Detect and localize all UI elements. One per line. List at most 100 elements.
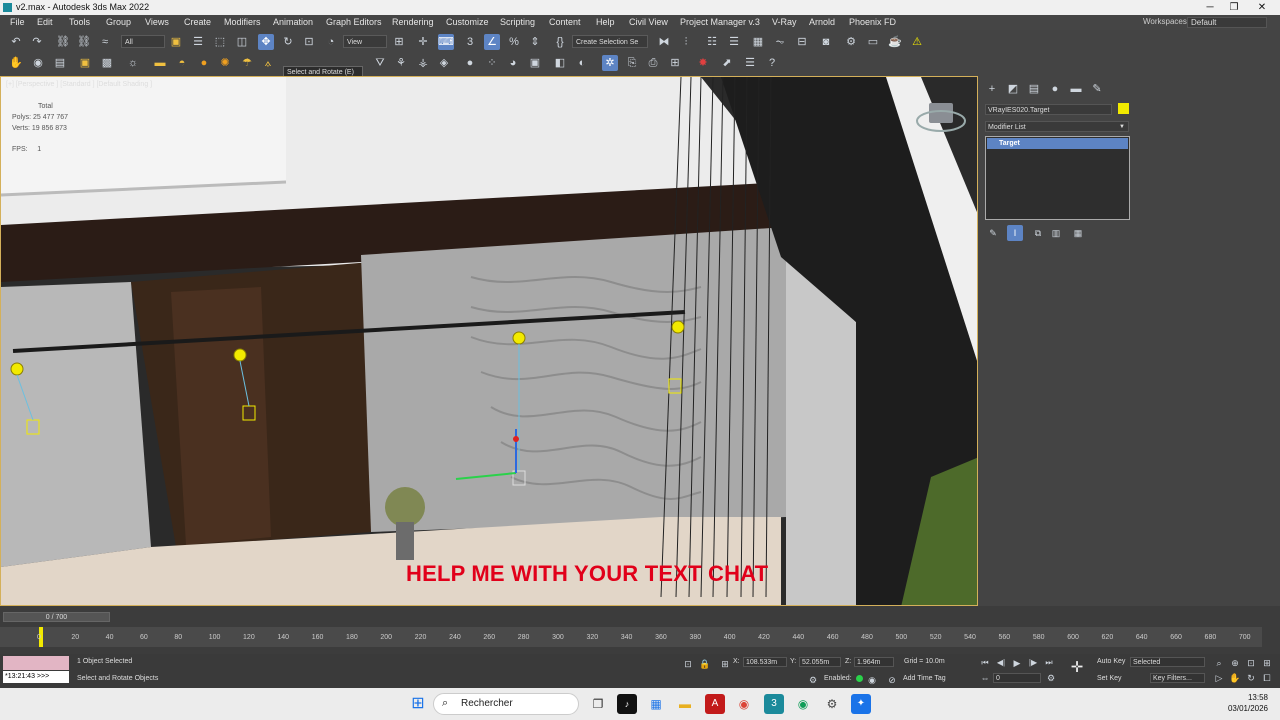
material-library-icon[interactable]: ▣ — [527, 55, 543, 71]
set-key-big-icon[interactable]: ✛ — [1069, 660, 1085, 676]
viewport-label-menu[interactable]: [+] [Perspective ] [Standard ] [Default … — [6, 81, 152, 88]
pin-stack-icon[interactable]: ✎ — [985, 225, 1001, 241]
fur-icon[interactable]: ⚘ — [393, 55, 409, 71]
vray-logo-icon[interactable]: ◉ — [30, 55, 46, 71]
maxscript-mini-listener[interactable]: *13:21:43 >>> — [3, 671, 69, 683]
go-to-start-icon[interactable]: ⏮ — [977, 655, 993, 671]
warning-icon[interactable]: ⚠ — [909, 34, 925, 50]
acrobat-icon[interactable]: A — [705, 694, 725, 714]
tiktok-icon[interactable]: ♪ — [617, 694, 637, 714]
workspaces-dropdown[interactable]: Default — [1187, 17, 1267, 28]
taskbar-search[interactable]: Rechercher — [433, 693, 579, 715]
window-crossing-icon[interactable]: ◫ — [234, 34, 250, 50]
select-and-place-icon[interactable]: ◔ — [323, 34, 339, 50]
select-and-rotate-icon[interactable]: ↻ — [280, 34, 296, 50]
menu-content[interactable]: Content — [549, 17, 581, 27]
help-icon[interactable]: ? — [764, 55, 780, 71]
object-color-swatch[interactable] — [1118, 103, 1129, 114]
chaos-cosmos-icon[interactable]: ◐ — [574, 55, 590, 71]
mirror-icon[interactable]: ⧓ — [656, 34, 672, 50]
undo-icon[interactable]: ↶ — [8, 34, 24, 50]
zoom-extents-icon[interactable]: ⊡ — [1243, 655, 1259, 671]
keyboard-shortcut-override-icon[interactable]: ⌨ — [438, 34, 454, 50]
menu-project-manager[interactable]: Project Manager v.3 — [680, 17, 760, 27]
save-icon[interactable]: ⊞ — [667, 55, 683, 71]
select-manipulate-icon[interactable]: ✛ — [415, 34, 431, 50]
document-icon[interactable]: ⎘ — [624, 55, 640, 71]
maxscript-listener[interactable] — [3, 656, 69, 670]
time-config-icon[interactable]: ⚙ — [1043, 670, 1059, 686]
utilities-tab-icon[interactable]: ✎ — [1089, 81, 1105, 97]
chrome-profile-icon[interactable]: ◉ — [793, 694, 813, 714]
render-setup-icon[interactable]: ⚙ — [843, 34, 859, 50]
object-name-field[interactable]: VRayIES020.Target — [985, 104, 1112, 115]
hand-icon[interactable]: ✋ — [8, 55, 24, 71]
next-frame-icon[interactable]: |▶ — [1025, 655, 1041, 671]
layer-explorer-icon[interactable]: ☰ — [726, 34, 742, 50]
set-key-button[interactable]: Set Key — [1097, 675, 1122, 682]
render-production-icon[interactable]: ☕ — [887, 34, 903, 50]
frame-buffer-icon[interactable]: ▤ — [52, 55, 68, 71]
menu-rendering[interactable]: Rendering — [392, 17, 434, 27]
menu-edit[interactable]: Edit — [37, 17, 53, 27]
play-icon[interactable]: ▶ — [1009, 655, 1025, 671]
adaptive-degradation-icon[interactable]: ⚙ — [805, 672, 821, 688]
menu-civil-view[interactable]: Civil View — [629, 17, 668, 27]
go-to-end-icon[interactable]: ⏭ — [1041, 655, 1057, 671]
menu-vray[interactable]: V-Ray — [772, 17, 797, 27]
key-mode-dropdown[interactable]: Selected — [1130, 657, 1205, 667]
key-mode-icon[interactable]: ⇔ — [977, 670, 993, 686]
hierarchy-tab-icon[interactable]: ▤ — [1026, 81, 1042, 97]
list-icon[interactable]: ☰ — [742, 55, 758, 71]
enabled-indicator[interactable] — [856, 675, 863, 682]
bind-spacewarp-icon[interactable]: ≈ — [97, 34, 113, 50]
physical-camera-icon[interactable]: ⛛ — [372, 55, 388, 71]
sun-icon[interactable]: ✺ — [217, 55, 233, 71]
spinner-snap-icon[interactable]: ⇕ — [527, 34, 543, 50]
chrome-icon[interactable]: ◉ — [734, 694, 754, 714]
light-plane-icon[interactable]: ▬ — [152, 55, 168, 71]
motion-tab-icon[interactable]: ● — [1047, 81, 1063, 97]
debug-icon[interactable]: ✸ — [695, 55, 711, 71]
scene-tools-icon[interactable]: ⬈ — [719, 55, 735, 71]
interactive-render-icon[interactable]: ✲ — [602, 55, 618, 71]
configure-modifier-sets-icon[interactable]: ▦ — [1070, 225, 1086, 241]
scene-converter-icon[interactable]: ◧ — [552, 55, 568, 71]
lister-icon[interactable]: ☼ — [125, 55, 141, 71]
snaps-toggle-icon[interactable]: 3 — [462, 34, 478, 50]
sphere-light-icon[interactable]: ● — [196, 55, 212, 71]
isolate-selection-icon[interactable]: ⊡ — [680, 656, 696, 672]
file-link-icon[interactable]: ⎙ — [645, 55, 661, 71]
task-view-icon[interactable]: ❐ — [588, 694, 608, 714]
edit-named-selections-icon[interactable]: {} — [552, 34, 568, 50]
menu-views[interactable]: Views — [145, 17, 169, 27]
selection-filter-dropdown[interactable]: All — [121, 35, 165, 48]
make-unique-icon[interactable]: ⧉ — [1030, 225, 1046, 241]
menu-create[interactable]: Create — [184, 17, 211, 27]
record-icon[interactable]: ◉ — [864, 672, 880, 688]
stack-item-target[interactable]: Target — [987, 138, 1128, 149]
absolute-mode-icon[interactable]: ⊞ — [717, 656, 733, 672]
rectangular-selection-icon[interactable]: ⬚ — [212, 34, 228, 50]
unlink-icon[interactable]: ⛓ — [76, 34, 92, 50]
key-filters-button[interactable]: Key Filters... — [1150, 673, 1205, 683]
sphere-icon[interactable]: ● — [462, 55, 478, 71]
windows-start-icon[interactable]: ⊞ — [408, 694, 428, 714]
grass-icon[interactable]: ⚶ — [415, 55, 431, 71]
pan-icon[interactable]: ✋ — [1227, 670, 1243, 686]
menu-group[interactable]: Group — [106, 17, 131, 27]
time-slider[interactable]: 0 / 700 — [3, 612, 110, 622]
vray-light-icon[interactable]: ▣ — [77, 55, 93, 71]
ies-light-icon[interactable]: ☂ — [239, 55, 255, 71]
redo-icon[interactable]: ↷ — [29, 34, 45, 50]
menu-animation[interactable]: Animation — [273, 17, 313, 27]
ambient-light-icon[interactable]: ⟑ — [260, 55, 276, 71]
maximize-button[interactable]: ❐ — [1220, 0, 1248, 15]
show-end-result-icon[interactable]: I — [1007, 225, 1023, 241]
scene-explorer-icon[interactable]: ☷ — [704, 34, 720, 50]
link-icon[interactable]: ⛓ — [55, 34, 71, 50]
toggle-ribbon-icon[interactable]: ▦ — [750, 34, 766, 50]
zoom-extents-all-icon[interactable]: ⊞ — [1259, 655, 1275, 671]
material-editor-icon[interactable]: ◙ — [818, 34, 834, 50]
menu-graph-editors[interactable]: Graph Editors — [326, 17, 382, 27]
